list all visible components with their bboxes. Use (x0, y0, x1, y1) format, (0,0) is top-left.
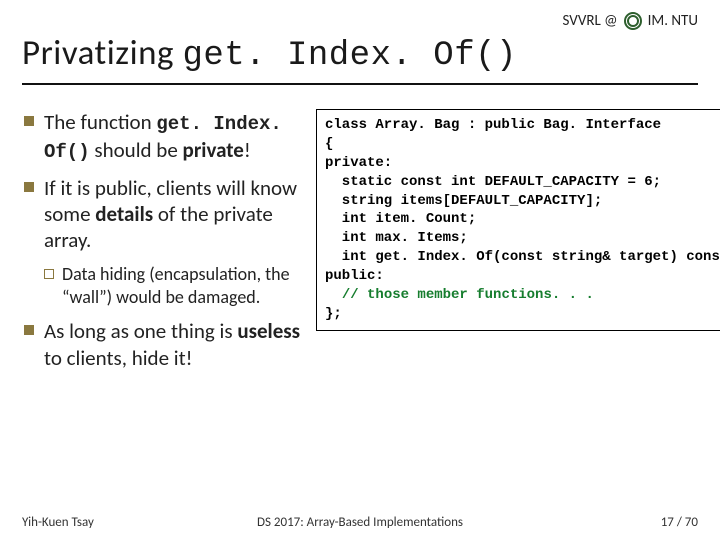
code-box: class Array. Bag : public Bag. Interface… (316, 109, 720, 331)
bullet-item: The function get. Index. Of() should be … (22, 109, 302, 165)
bullet-item: If it is public, clients will know some … (22, 175, 302, 254)
slide-title: Privatizing get. Index. Of() (22, 32, 698, 75)
footer: Yih-Kuen Tsay DS 2017: Array-Based Imple… (22, 515, 698, 530)
slide: SVVRL @ IM. NTU Privatizing get. Index. … (0, 0, 720, 540)
content-row: The function get. Index. Of() should be … (22, 109, 698, 381)
bullet-list: The function get. Index. Of() should be … (22, 109, 302, 381)
ntu-logo-icon (624, 12, 642, 30)
header-label-left: SVVRL @ (562, 12, 617, 30)
header-affiliation: SVVRL @ IM. NTU (22, 12, 698, 30)
title-code: get. Index. Of() (182, 37, 516, 75)
footer-page-number: 17 / 70 (473, 515, 698, 530)
bullet-subitem: Data hiding (encapsulation, the “wall”) … (22, 263, 302, 308)
footer-author: Yih-Kuen Tsay (22, 515, 247, 530)
bullet-item: As long as one thing is useless to clien… (22, 318, 302, 371)
header-label-right: IM. NTU (648, 12, 698, 30)
title-container: Privatizing get. Index. Of() (22, 32, 698, 85)
title-prefix: Privatizing (22, 32, 182, 74)
footer-course: DS 2017: Array-Based Implementations (247, 515, 472, 530)
